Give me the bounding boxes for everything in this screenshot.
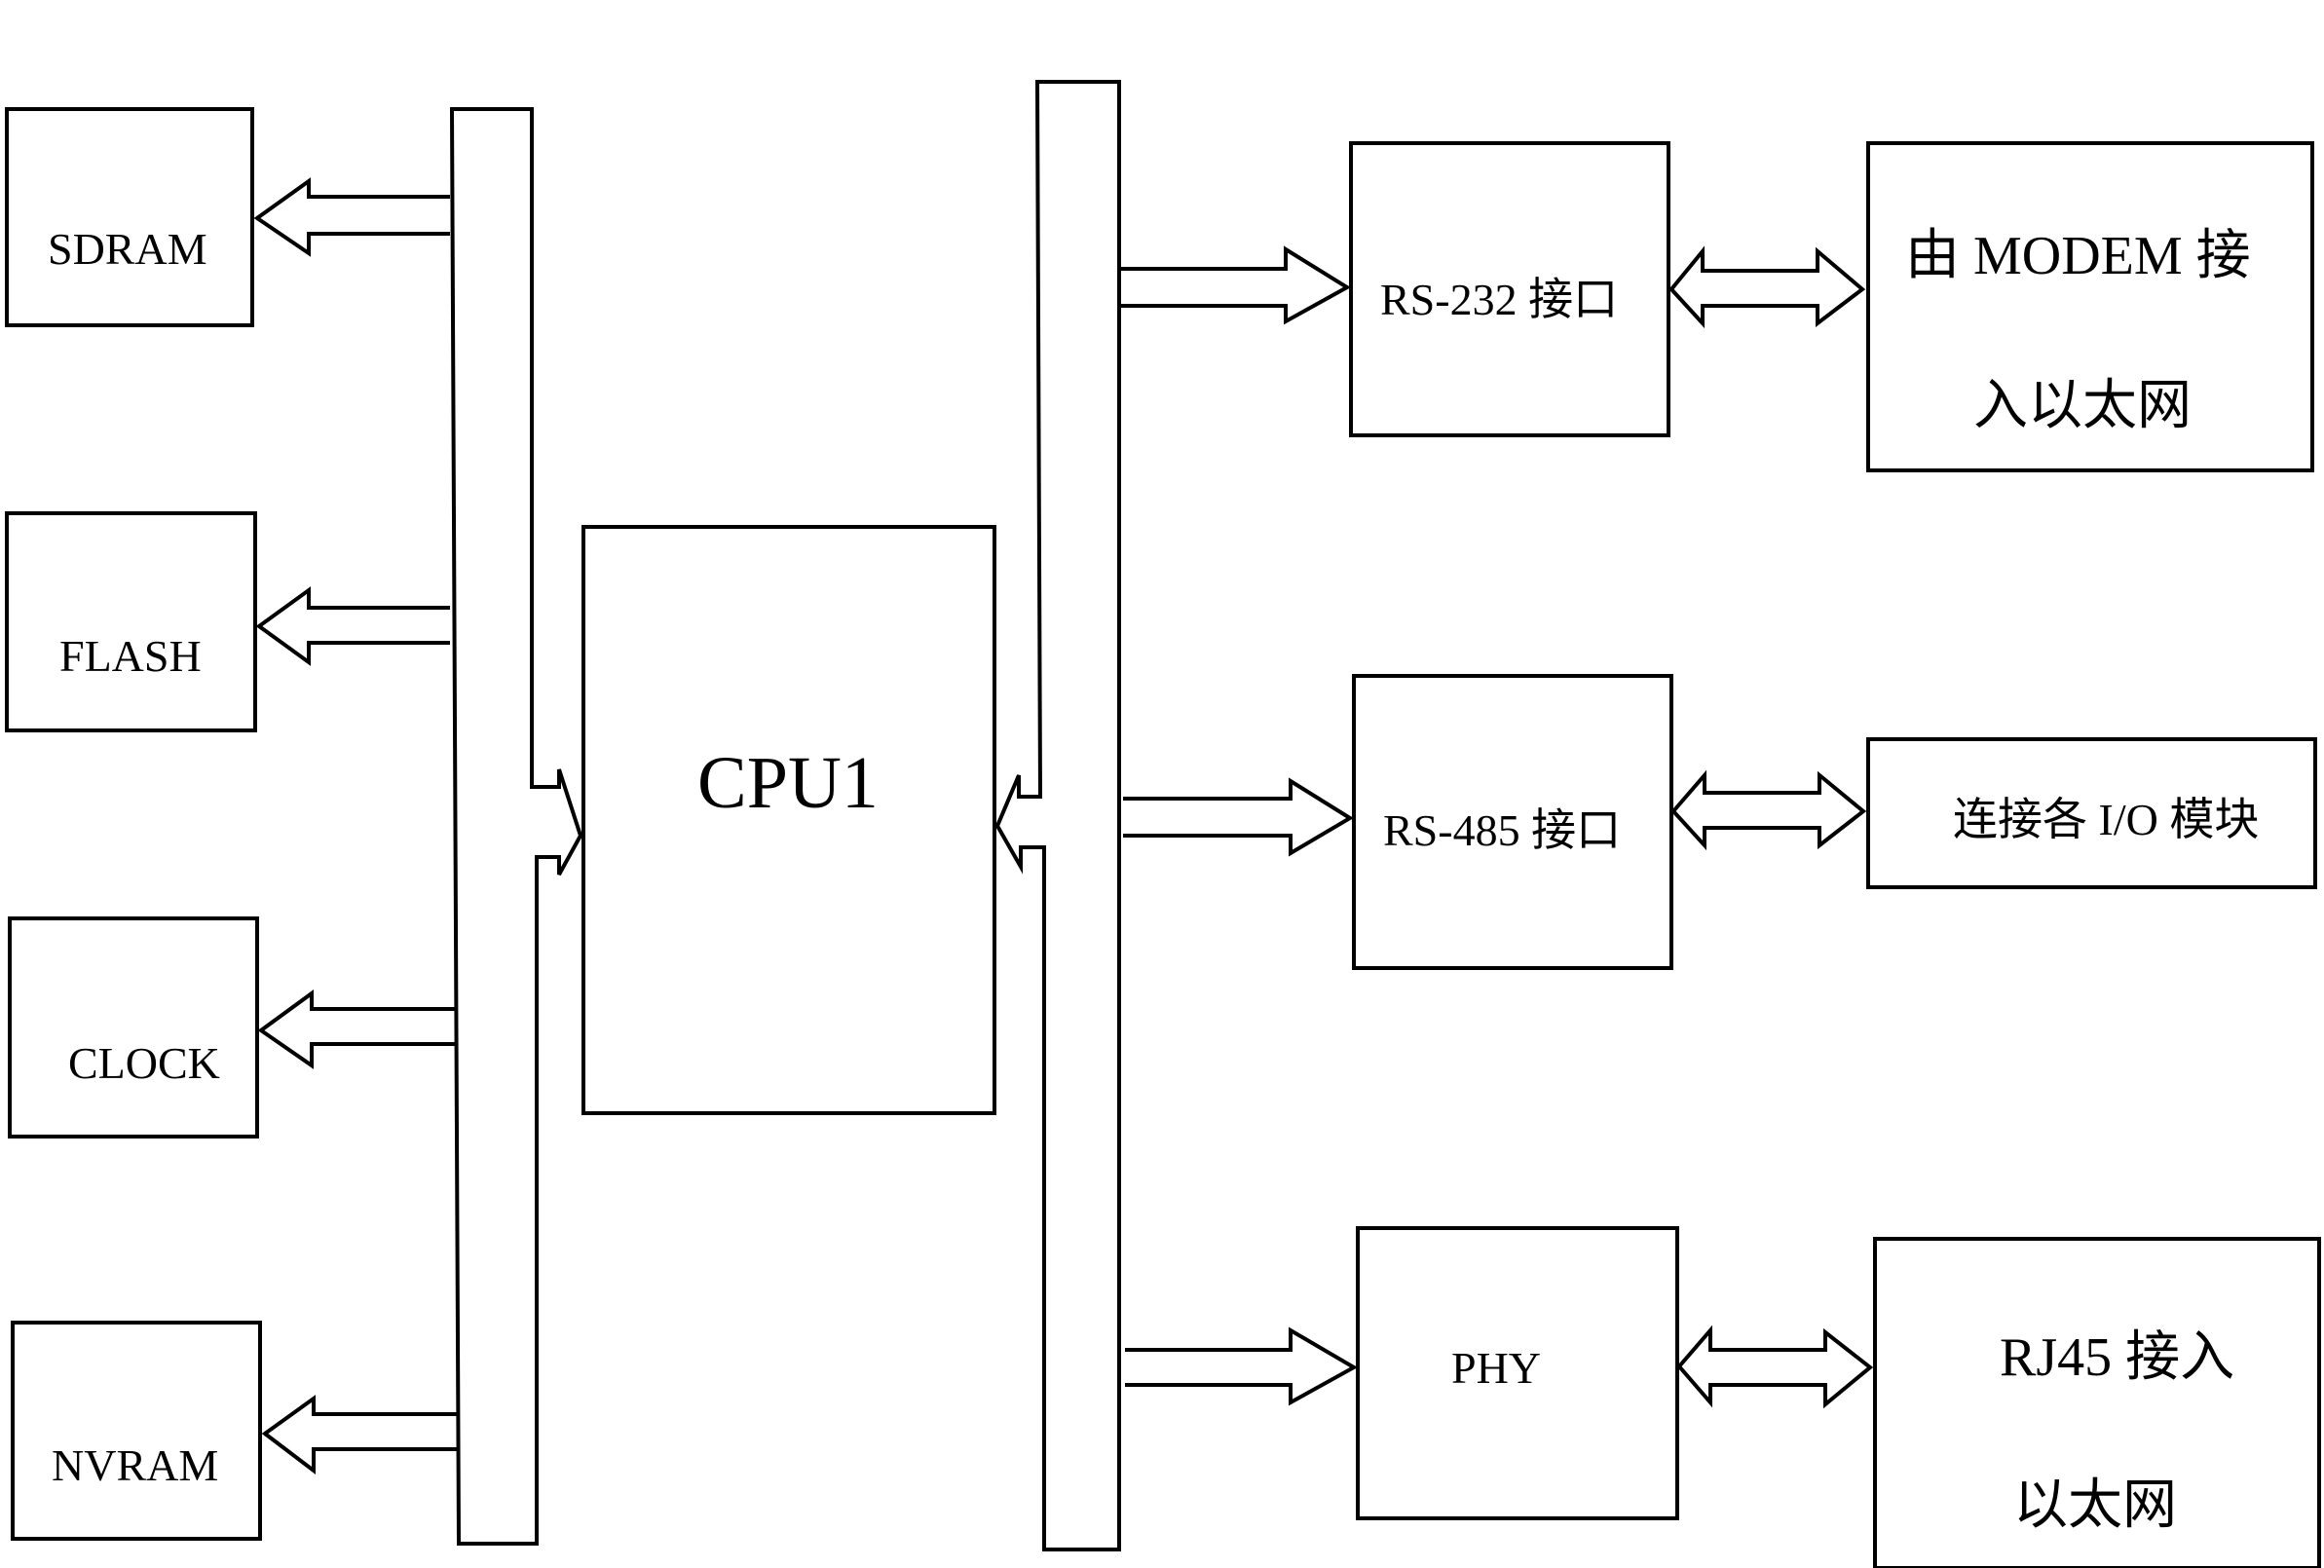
arrow-to-clock	[257, 989, 458, 1069]
modem-label-line1: 由 MODEM 接	[1905, 226, 2251, 286]
cpu-label: CPU1	[697, 742, 879, 824]
nvram-label: NVRAM	[52, 1440, 219, 1490]
left-bus	[449, 107, 583, 1546]
rs232-label: RS-232 接口	[1380, 275, 1619, 324]
modem-block: 由 MODEM 接 入以太网	[1866, 141, 2314, 472]
arrow-to-sdram	[253, 177, 450, 257]
flash-block: FLASH	[5, 511, 257, 732]
rj45-label-line2: 以太网	[2013, 1475, 2177, 1536]
arrow-to-flash	[255, 586, 450, 666]
block-diagram: SDRAM FLASH CLOCK NVRAM CPU1 RS-232 接口 R…	[0, 0, 2324, 1568]
io-modules-block: 连接各 I/O 模块	[1866, 737, 2317, 889]
rs485-label: RS-485 接口	[1383, 805, 1622, 855]
rs232-block: RS-232 接口	[1349, 141, 1670, 437]
rj45-label-line1: RJ45 接入	[2000, 1327, 2235, 1388]
flash-label: FLASH	[59, 631, 202, 681]
biarrow-rs485-io	[1670, 769, 1867, 851]
modem-label-line2: 入以太网	[1973, 376, 2192, 436]
phy-block: PHY	[1356, 1226, 1679, 1520]
sdram-label: SDRAM	[48, 224, 207, 274]
clock-label: CLOCK	[68, 1038, 220, 1088]
arrow-to-rs485	[1123, 777, 1354, 857]
clock-block: CLOCK	[8, 916, 259, 1139]
sdram-block: SDRAM	[5, 107, 254, 327]
io-modules-label: 连接各 I/O 模块	[1953, 795, 2260, 844]
biarrow-rs232-modem	[1668, 245, 1866, 329]
rs485-block: RS-485 接口	[1352, 674, 1673, 970]
biarrow-phy-rj45	[1676, 1325, 1874, 1409]
arrow-to-nvram	[261, 1395, 460, 1475]
arrow-to-phy	[1125, 1326, 1359, 1406]
arrow-to-rs232	[1121, 245, 1351, 325]
cpu-block: CPU1	[581, 525, 996, 1115]
nvram-block: NVRAM	[11, 1321, 262, 1541]
right-bus	[994, 80, 1121, 1551]
phy-label: PHY	[1451, 1343, 1542, 1393]
rj45-block: RJ45 接入 以太网	[1873, 1237, 2321, 1568]
